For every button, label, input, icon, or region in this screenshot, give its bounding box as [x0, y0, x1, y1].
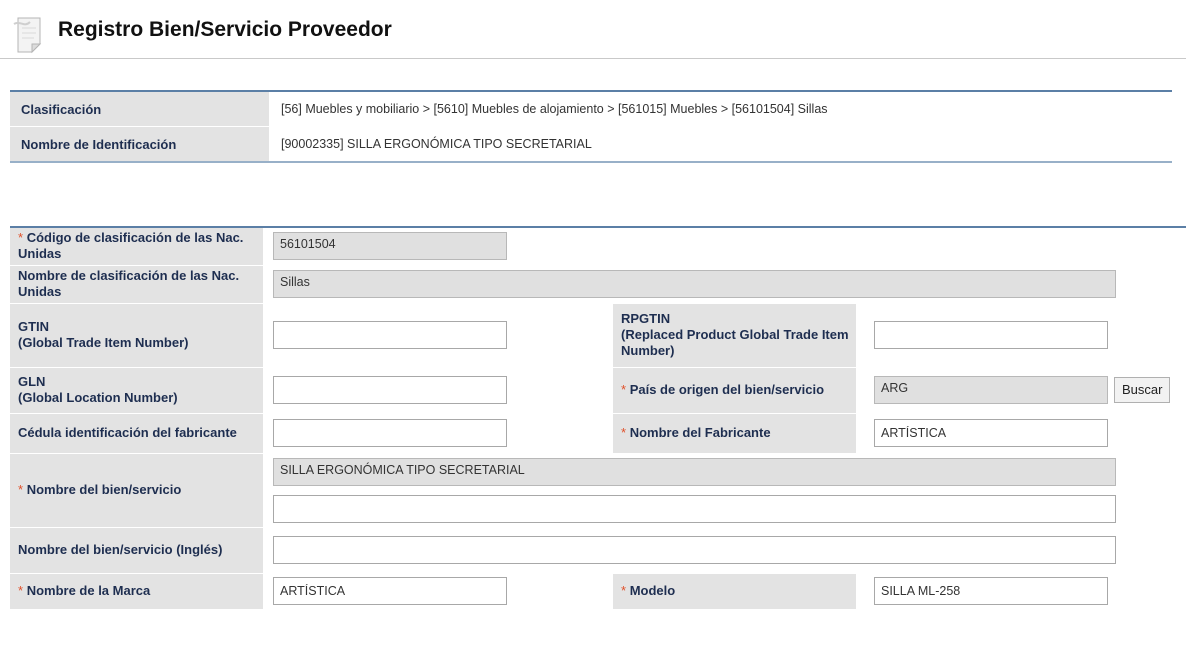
country-field: ARG — [874, 376, 1108, 404]
manufacturer-label: * Nombre del Fabricante — [613, 413, 856, 454]
page-header: Registro Bien/Servicio Proveedor — [0, 0, 1186, 59]
page-title: Registro Bien/Servicio Proveedor — [58, 18, 392, 41]
identification-label: Nombre de Identificación — [10, 126, 269, 163]
country-label: * País de origen del bien/servicio — [613, 367, 856, 414]
cedula-label: Cédula identificación del fabricante — [10, 413, 263, 454]
cedula-row: Cédula identificación del fabricante * N… — [10, 413, 1186, 454]
brand-row: * Nombre de la Marca * Modelo — [10, 573, 1186, 610]
required-mark: * — [18, 482, 24, 497]
product-name-label: * Nombre del bien/servicio — [10, 453, 263, 528]
search-button[interactable]: Buscar — [1114, 377, 1171, 403]
model-label: * Modelo — [613, 573, 856, 610]
classification-path: [56] Muebles y mobiliario > [5610] Muebl… — [269, 91, 1172, 127]
gln-row: GLN (Global Location Number) * País de or… — [10, 367, 1186, 414]
product-name-en-input[interactable] — [273, 536, 1116, 564]
brand-label: * Nombre de la Marca — [10, 573, 263, 610]
manufacturer-input[interactable] — [874, 419, 1108, 447]
required-mark: * — [18, 230, 24, 246]
rpgtin-input[interactable] — [874, 321, 1108, 349]
brand-input[interactable] — [273, 577, 507, 605]
model-input[interactable] — [874, 577, 1108, 605]
gln-input[interactable] — [273, 376, 507, 404]
cedula-input[interactable] — [273, 419, 507, 447]
gtin-input[interactable] — [273, 321, 507, 349]
gtin-label: GTIN (Global Trade Item Number) — [10, 303, 263, 368]
required-mark: * — [621, 425, 627, 440]
note-icon — [13, 17, 42, 54]
product-name-en-row: Nombre del bien/servicio (Inglés) — [10, 527, 1186, 574]
gtin-row: GTIN (Global Trade Item Number) RPGTIN (Re… — [10, 303, 1186, 368]
un-code-label: * Código de clasificación de las Nac. Un… — [10, 227, 263, 266]
gln-label: GLN (Global Location Number) — [10, 367, 263, 414]
classification-row: Clasificación [56] Muebles y mobiliario … — [10, 91, 1172, 127]
classification-label: Clasificación — [10, 91, 269, 127]
identification-row: Nombre de Identificación [90002335] SILL… — [10, 126, 1172, 163]
rpgtin-label: RPGTIN (Replaced Product Global Trade Ite… — [613, 303, 856, 368]
product-name-en-label: Nombre del bien/servicio (Inglés) — [10, 527, 263, 574]
product-name-row: * Nombre del bien/servicio SILLA ERGONÓM… — [10, 453, 1186, 528]
required-mark: * — [18, 583, 24, 598]
un-name-label: Nombre de clasificación de las Nac. Unid… — [10, 265, 263, 304]
classification-table: Clasificación [56] Muebles y mobiliario … — [10, 90, 1172, 163]
identification-value: [90002335] SILLA ERGONÓMICA TIPO SECRETA… — [269, 126, 1172, 163]
un-name-row: Nombre de clasificación de las Nac. Unid… — [10, 265, 1186, 304]
required-mark: * — [621, 382, 627, 397]
product-form: * Código de clasificación de las Nac. Un… — [10, 226, 1186, 610]
product-name-field: SILLA ERGONÓMICA TIPO SECRETARIAL — [273, 458, 1116, 486]
un-name-field: Sillas — [273, 270, 1116, 298]
product-name-input[interactable] — [273, 495, 1116, 523]
un-code-row: * Código de clasificación de las Nac. Un… — [10, 227, 1186, 266]
un-code-field: 56101504 — [273, 232, 507, 261]
required-mark: * — [621, 583, 627, 598]
